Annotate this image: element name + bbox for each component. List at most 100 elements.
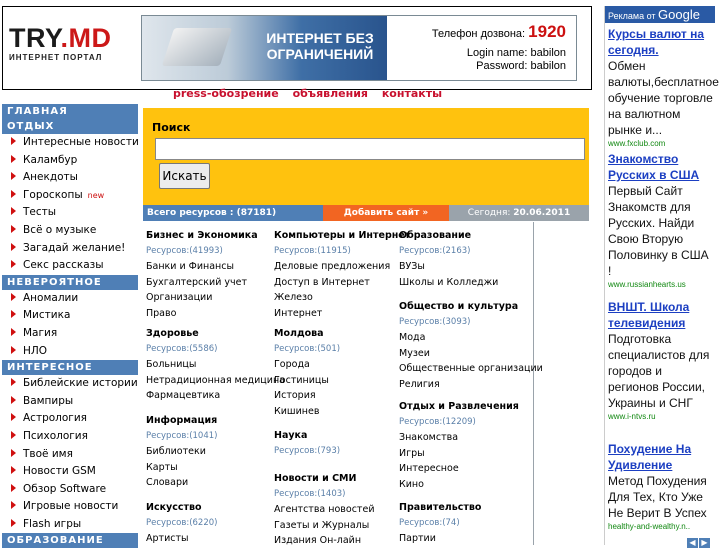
category-link[interactable]: Знакомства bbox=[399, 430, 519, 446]
category-title[interactable]: Здоровье bbox=[146, 326, 285, 342]
category-title[interactable]: Молдова bbox=[274, 326, 340, 342]
category-link[interactable]: Доступ в Интернет bbox=[274, 275, 410, 291]
ads-next-icon[interactable]: ▶ bbox=[699, 538, 710, 548]
category-title[interactable]: Искусство bbox=[146, 500, 217, 516]
category-count: Ресурсов:(1041) bbox=[146, 430, 218, 441]
topnav-ads[interactable]: объявления bbox=[293, 87, 368, 100]
sidebar-item[interactable]: Тесты bbox=[2, 204, 138, 222]
sidebar-item[interactable]: Новости GSM bbox=[2, 463, 138, 481]
arrow-right-icon bbox=[11, 466, 16, 475]
header-banner[interactable]: ИНТЕРНЕТ БЕЗ ОГРАНИЧЕНИЙ Телефон дозвона… bbox=[141, 15, 577, 81]
sidebar-item[interactable]: Вампиры bbox=[2, 393, 138, 411]
sidebar-item[interactable]: Всё о музыке bbox=[2, 222, 138, 240]
category-link[interactable]: Право bbox=[146, 306, 258, 322]
site-logo[interactable]: TRY.MD ИНТЕРНЕТ ПОРТАЛ bbox=[9, 23, 131, 71]
ad-title[interactable]: Знакомство Русских в США bbox=[608, 151, 715, 183]
ad-unit[interactable]: ВНШТ. Школа телевидения Подготовка специа… bbox=[605, 289, 715, 421]
sidebar-item[interactable]: Библейские истории bbox=[2, 375, 138, 393]
category-link[interactable]: Школы и Колледжи bbox=[399, 275, 498, 291]
category-link[interactable]: Интернет bbox=[274, 306, 410, 322]
category-link[interactable]: Железо bbox=[274, 290, 410, 306]
category-link[interactable]: Газеты и Журналы bbox=[274, 518, 375, 534]
arrow-right-icon bbox=[11, 483, 16, 492]
sidebar-item[interactable]: Астрология bbox=[2, 410, 138, 428]
category-title[interactable]: Информация bbox=[146, 413, 217, 429]
category-link[interactable]: Религия bbox=[399, 377, 543, 393]
sidebar-item[interactable]: Аномалии bbox=[2, 290, 138, 308]
banner-slogan: ИНТЕРНЕТ БЕЗ ОГРАНИЧЕНИЙ bbox=[266, 30, 374, 62]
category-link[interactable]: Больницы bbox=[146, 357, 285, 373]
category-link[interactable]: Карты bbox=[146, 460, 217, 476]
search-button[interactable]: Искать bbox=[159, 163, 210, 189]
sidebar-item[interactable]: Психология bbox=[2, 428, 138, 446]
sidebar-item[interactable]: Загадай желание! bbox=[2, 240, 138, 258]
category-title[interactable]: Бизнес и Экономика bbox=[146, 228, 258, 244]
sidebar-item[interactable]: Flash игры bbox=[2, 516, 138, 534]
sidebar-section-1[interactable]: ОТДЫХ bbox=[2, 119, 138, 134]
category-link[interactable]: Музеи bbox=[399, 346, 543, 362]
sidebar-section-4[interactable]: ОБРАЗОВАНИЕ bbox=[2, 533, 138, 549]
directory-category: Наука Ресурсов:(793) bbox=[274, 428, 340, 459]
category-link[interactable]: Словари bbox=[146, 475, 217, 491]
category-link[interactable]: Мода bbox=[399, 330, 543, 346]
category-link[interactable]: Издания Он-лайн bbox=[274, 533, 375, 549]
sidebar-item-label: Загадай желание! bbox=[23, 241, 126, 254]
category-link[interactable]: Партии bbox=[399, 531, 481, 547]
category-link[interactable]: Артисты bbox=[146, 531, 217, 547]
ad-title[interactable]: ВНШТ. Школа телевидения bbox=[608, 299, 715, 331]
topnav-contacts[interactable]: контакты bbox=[382, 87, 442, 100]
category-link[interactable]: Фармацевтика bbox=[146, 388, 285, 404]
ad-url[interactable]: www.i-ntvs.ru bbox=[608, 412, 715, 421]
category-link[interactable]: Агентства новостей bbox=[274, 502, 375, 518]
sidebar-section-2[interactable]: НЕВЕРОЯТНОЕ bbox=[2, 274, 138, 290]
category-link[interactable]: Интересное bbox=[399, 461, 519, 477]
sidebar-item[interactable]: Гороскопы new bbox=[2, 187, 138, 205]
ad-url[interactable]: healthy-and-wealthy.n.. bbox=[608, 522, 715, 531]
sidebar-item[interactable]: НЛО bbox=[2, 343, 138, 361]
category-title[interactable]: Наука bbox=[274, 428, 340, 444]
category-link[interactable]: Кишинев bbox=[274, 404, 340, 420]
category-link[interactable]: Деловые предложения bbox=[274, 259, 410, 275]
category-link[interactable]: История bbox=[274, 388, 340, 404]
category-link[interactable]: Организации bbox=[146, 290, 258, 306]
add-site-button[interactable]: Добавить сайт » bbox=[323, 205, 449, 221]
category-link[interactable]: Города bbox=[274, 357, 340, 373]
category-title[interactable]: Общество и культура bbox=[399, 299, 543, 315]
search-input[interactable] bbox=[155, 138, 585, 160]
category-title[interactable]: Образование bbox=[399, 228, 498, 244]
sidebar-section-3[interactable]: ИНТЕРЕСНОЕ bbox=[2, 360, 138, 376]
category-link[interactable]: Бухгалтерский учет bbox=[146, 275, 258, 291]
sidebar-item[interactable]: Анекдоты bbox=[2, 169, 138, 187]
category-link[interactable]: Библиотеки bbox=[146, 444, 217, 460]
ads-header[interactable]: Реклама от Google bbox=[605, 6, 715, 23]
category-link[interactable]: ВУЗы bbox=[399, 259, 498, 275]
ad-url[interactable]: www.russianhearts.us bbox=[608, 280, 715, 289]
category-link[interactable]: Нетрадиционная медицина bbox=[146, 373, 285, 389]
ads-prev-icon[interactable]: ◀ bbox=[687, 538, 698, 548]
category-title[interactable]: Компьютеры и Интернет bbox=[274, 228, 410, 244]
sidebar-item[interactable]: Магия bbox=[2, 325, 138, 343]
category-link[interactable]: Гостиницы bbox=[274, 373, 340, 389]
sidebar-item[interactable]: Твоё имя bbox=[2, 446, 138, 464]
ad-title[interactable]: Курсы валют на сегодня. bbox=[608, 26, 715, 58]
sidebar-item[interactable]: Обзор Software bbox=[2, 481, 138, 499]
ad-unit[interactable]: Знакомство Русских в США Первый Сайт Знак… bbox=[605, 148, 715, 289]
category-link[interactable]: Кино bbox=[399, 477, 519, 493]
sidebar-item[interactable]: Каламбур bbox=[2, 152, 138, 170]
category-link[interactable]: Общественные организации bbox=[399, 361, 543, 377]
sidebar-item[interactable]: Секс рассказы bbox=[2, 257, 138, 275]
category-title[interactable]: Новости и СМИ bbox=[274, 471, 375, 487]
sidebar-item[interactable]: Игровые новости bbox=[2, 498, 138, 516]
category-title[interactable]: Отдых и Развлечения bbox=[399, 399, 519, 415]
ad-title[interactable]: Похудение На Удивление bbox=[608, 441, 715, 473]
ad-unit[interactable]: Похудение На Удивление Метод Похудения Дл… bbox=[605, 421, 715, 531]
category-link[interactable]: Игры bbox=[399, 446, 519, 462]
sidebar-item[interactable]: Интересные новости bbox=[2, 134, 139, 152]
sidebar-item[interactable]: Мистика bbox=[2, 307, 138, 325]
category-link[interactable]: Банки и Финансы bbox=[146, 259, 258, 275]
category-title[interactable]: Правительство bbox=[399, 500, 481, 516]
topnav-press[interactable]: press-обозрение bbox=[173, 87, 279, 100]
sidebar-section-0[interactable]: ГЛАВНАЯ bbox=[2, 104, 138, 119]
ad-unit[interactable]: Курсы валют на сегодня. Обмен валюты,бесп… bbox=[605, 23, 719, 148]
ad-url[interactable]: www.fxclub.com bbox=[608, 139, 715, 148]
